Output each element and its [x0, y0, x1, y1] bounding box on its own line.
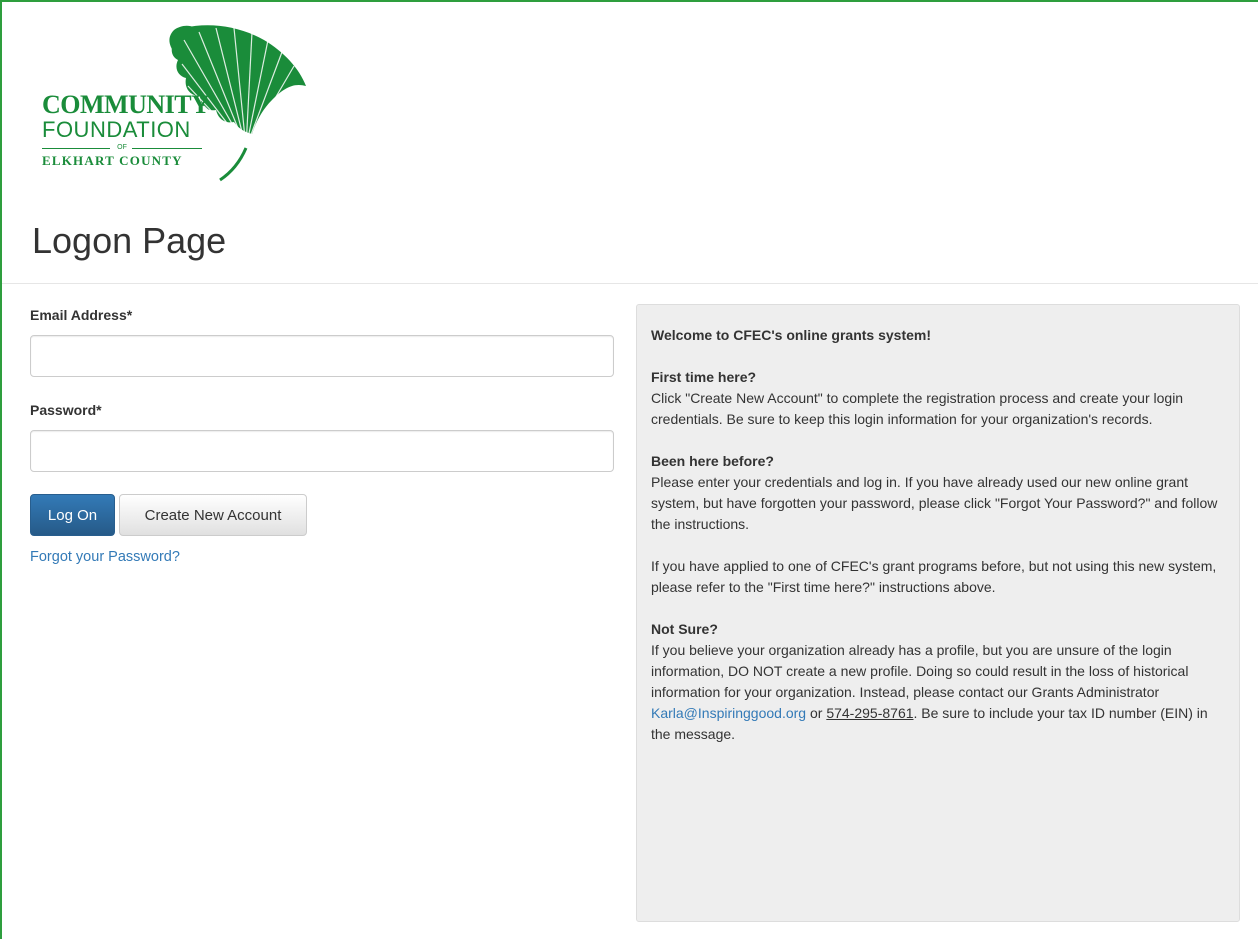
applied-before-text: If you have applied to one of CFEC's gra… — [651, 558, 1217, 595]
first-time-text: Click "Create New Account" to complete t… — [651, 390, 1184, 427]
page-title: Logon Page — [32, 220, 227, 261]
first-time-heading: First time here? — [651, 369, 757, 385]
password-label: Password* — [30, 402, 102, 418]
email-input[interactable] — [30, 335, 614, 377]
create-new-account-button[interactable]: Create New Account — [119, 494, 307, 536]
welcome-panel: Welcome to CFEC's online grants system! … — [636, 304, 1240, 922]
not-sure-text: If you believe your organization already… — [651, 642, 1189, 700]
logo-rule-right — [132, 148, 202, 149]
not-sure-heading: Not Sure? — [651, 621, 718, 637]
header-divider — [2, 283, 1258, 284]
page-header: COMMUNITY FOUNDATION OF ELKHART COUNTY L… — [2, 2, 1258, 282]
logo-text-community: COMMUNITY — [42, 90, 210, 119]
logo-text-elkhart-county: ELKHART COUNTY — [42, 153, 183, 168]
password-input[interactable] — [30, 430, 614, 472]
email-label: Email Address* — [30, 307, 133, 323]
welcome-heading: Welcome to CFEC's online grants system! — [651, 327, 932, 343]
been-here-heading: Been here before? — [651, 453, 774, 469]
log-on-button[interactable]: Log On — [30, 494, 115, 536]
community-foundation-logo[interactable]: COMMUNITY FOUNDATION OF ELKHART COUNTY — [34, 20, 334, 190]
forgot-password-link[interactable]: Forgot your Password? — [30, 549, 180, 565]
or-text: or — [806, 705, 827, 721]
logo-text-foundation: FOUNDATION — [42, 117, 191, 142]
grants-admin-email-link[interactable]: Karla@Inspiringgood.org — [651, 705, 806, 721]
grants-admin-phone-link[interactable]: 574-295-8761 — [826, 705, 913, 721]
been-here-text: Please enter your credentials and log in… — [651, 474, 1218, 532]
